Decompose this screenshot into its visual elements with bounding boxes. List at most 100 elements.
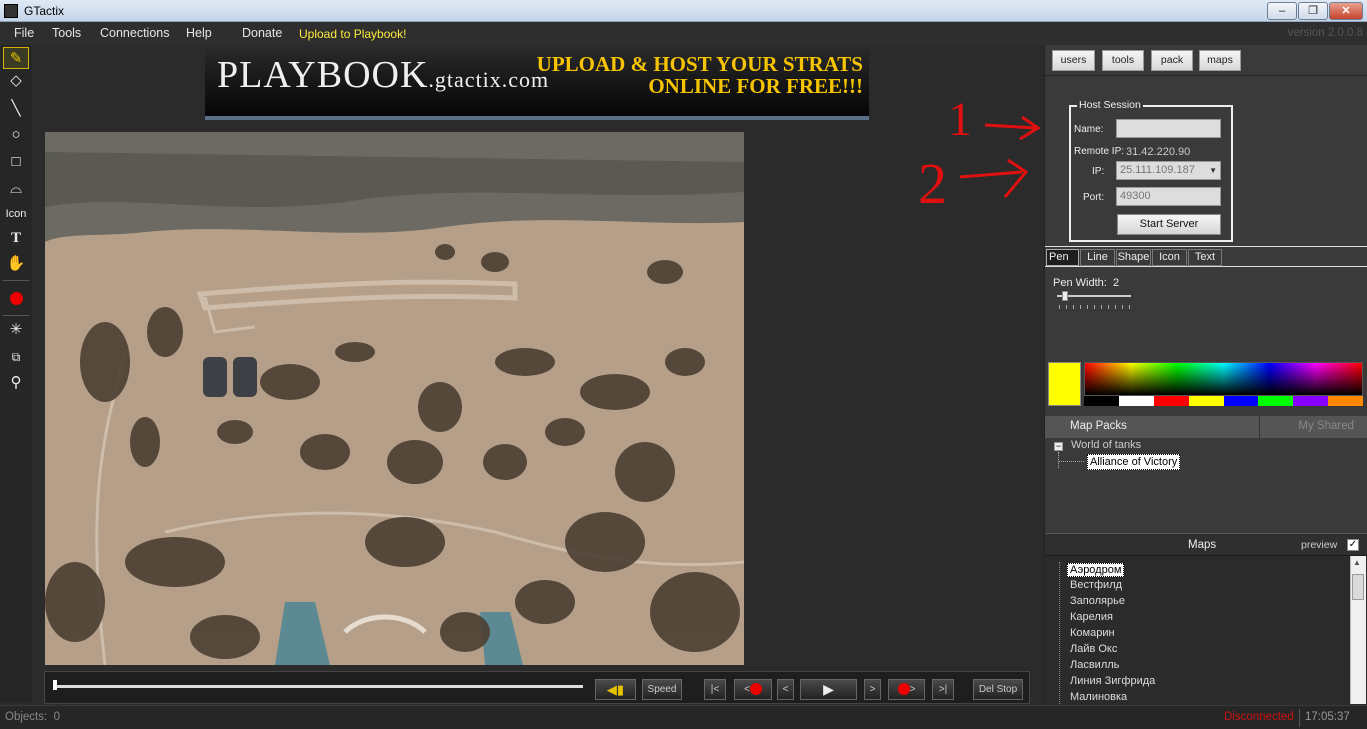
eraser-tool-icon[interactable]: ◇: [3, 70, 29, 92]
freeform-shape-tool-icon[interactable]: ⌓: [3, 178, 29, 200]
tab-pack[interactable]: pack: [1151, 50, 1193, 71]
line-tool-icon[interactable]: ╲: [3, 98, 29, 120]
scrollbar-thumb[interactable]: [1352, 574, 1364, 600]
pen-width-slider[interactable]: [1057, 295, 1131, 297]
circle-tool-icon[interactable]: ○: [3, 124, 29, 146]
tab-maps[interactable]: maps: [1199, 50, 1241, 71]
palette-color-swatch[interactable]: [1258, 396, 1294, 406]
aerial-map-image: [45, 132, 744, 665]
svg-text:2: 2: [918, 151, 947, 215]
scroll-up-icon[interactable]: ▲: [1353, 558, 1361, 567]
timeline-handle[interactable]: [53, 680, 57, 690]
color-spectrum-picker[interactable]: [1084, 362, 1363, 396]
maximize-button[interactable]: ❐: [1298, 2, 1328, 20]
map-list-item[interactable]: Линия Зигфрида: [1070, 675, 1155, 687]
chevron-down-icon: ▼: [1209, 166, 1217, 175]
menu-tools[interactable]: Tools: [52, 26, 81, 40]
palette-color-swatch[interactable]: [1153, 396, 1189, 406]
name-input[interactable]: [1116, 119, 1221, 138]
rewind-icon[interactable]: ◀▮: [595, 679, 636, 700]
ip-label: IP:: [1092, 166, 1105, 177]
menu-upload-playbook[interactable]: Upload to Playbook!: [299, 27, 406, 41]
record-forward-button[interactable]: >: [888, 679, 925, 700]
objects-count: Objects: 0: [5, 711, 60, 723]
status-bar: Objects: 0 Disconnected 17:05:37: [0, 705, 1367, 729]
banner-brand: PLAYBOOK.gtactix.com: [217, 54, 550, 96]
first-frame-button[interactable]: |<: [704, 679, 726, 700]
remote-ip-value: 31.42.220.90: [1126, 146, 1191, 158]
color-palette[interactable]: [1084, 396, 1363, 406]
map-list-item[interactable]: Лайв Окс: [1070, 643, 1117, 655]
menu-donate[interactable]: Donate: [242, 26, 282, 40]
map-list-item[interactable]: Заполярье: [1070, 595, 1125, 607]
collapse-icon[interactable]: −: [1054, 442, 1063, 451]
play-icon[interactable]: ▶: [800, 679, 857, 700]
tab-tools[interactable]: tools: [1102, 50, 1144, 71]
map-list-item[interactable]: Вестфилд: [1070, 579, 1122, 591]
del-stop-button[interactable]: Del Stop: [973, 679, 1023, 700]
menu-bar: File Tools Connections Help Donate Uploa…: [0, 22, 1367, 45]
record-icon[interactable]: [3, 287, 29, 309]
minimize-button[interactable]: –: [1267, 2, 1297, 20]
map-list-item[interactable]: Ласвилль: [1070, 659, 1119, 671]
hand-pan-tool-icon[interactable]: ✋: [3, 253, 29, 275]
ping-burst-tool-icon[interactable]: ✳: [3, 319, 29, 341]
preview-checkbox[interactable]: ✓: [1347, 539, 1359, 551]
palette-color-swatch[interactable]: [1084, 396, 1119, 406]
pencil-tool-icon[interactable]: ✎: [3, 47, 29, 69]
map-list-item[interactable]: Карелия: [1070, 611, 1113, 623]
my-shared-tab[interactable]: My Shared: [1298, 420, 1354, 432]
palette-color-swatch[interactable]: [1188, 396, 1224, 406]
right-panel: users tools pack maps Host Session Name:…: [1044, 45, 1367, 704]
close-button[interactable]: ✕: [1329, 2, 1363, 20]
playbook-banner[interactable]: PLAYBOOK.gtactix.com UPLOAD & HOST YOUR …: [205, 47, 869, 120]
palette-color-swatch[interactable]: [1293, 396, 1329, 406]
version-label: version 2.0.0.8: [1287, 27, 1363, 39]
last-frame-button[interactable]: >|: [932, 679, 954, 700]
zoom-tool-icon[interactable]: ⚲: [3, 372, 29, 394]
name-label: Name:: [1074, 124, 1104, 135]
menu-help[interactable]: Help: [186, 26, 212, 40]
tab-shape[interactable]: Shape: [1116, 249, 1151, 266]
palette-color-swatch[interactable]: [1328, 396, 1363, 406]
tab-pen[interactable]: Pen: [1046, 249, 1079, 266]
maps-title: Maps: [1188, 539, 1217, 551]
pen-width-slider-handle[interactable]: [1062, 291, 1068, 301]
map-list-item[interactable]: Комарин: [1070, 627, 1115, 639]
record-back-button[interactable]: <: [734, 679, 772, 700]
menu-file[interactable]: File: [14, 26, 34, 40]
playback-bar: ◀▮ Speed |< < < ▶ > > >| Del Stop: [44, 671, 1030, 704]
clock-time: 17:05:37: [1305, 711, 1350, 723]
host-session-legend: Host Session: [1077, 99, 1143, 111]
map-list-item[interactable]: Аэродром: [1067, 563, 1125, 577]
map-packs-tab[interactable]: Map Packs: [1070, 420, 1127, 432]
link-nodes-tool-icon[interactable]: ⧉: [3, 346, 29, 368]
map-canvas[interactable]: [45, 132, 744, 665]
port-input[interactable]: 49300: [1116, 187, 1221, 206]
palette-color-swatch[interactable]: [1223, 396, 1259, 406]
red-annotation-arrows: 1 2: [918, 93, 1041, 215]
tab-line[interactable]: Line: [1080, 249, 1115, 266]
ip-select[interactable]: 25.111.109.187 ▼: [1116, 161, 1221, 180]
step-back-button[interactable]: <: [777, 679, 794, 700]
tree-item-world-of-tanks[interactable]: World of tanks: [1071, 439, 1141, 451]
start-server-button[interactable]: Start Server: [1117, 214, 1221, 235]
palette-color-swatch[interactable]: [1118, 396, 1154, 406]
tab-users[interactable]: users: [1052, 50, 1095, 71]
speed-button[interactable]: Speed: [642, 679, 682, 700]
tab-icon[interactable]: Icon: [1152, 249, 1187, 266]
icon-tool[interactable]: Icon: [3, 203, 29, 225]
text-tool-icon[interactable]: T: [3, 227, 29, 249]
step-forward-button[interactable]: >: [864, 679, 881, 700]
title-bar: GTactix – ❐ ✕: [0, 0, 1367, 22]
pen-width-value: 2: [1112, 277, 1120, 289]
tree-item-alliance-of-victory[interactable]: Alliance of Victory: [1087, 454, 1181, 470]
timeline-track[interactable]: [55, 685, 583, 688]
tab-text[interactable]: Text: [1188, 249, 1222, 266]
menu-connections[interactable]: Connections: [100, 26, 170, 40]
tree-connector: [1058, 452, 1059, 468]
current-color-swatch[interactable]: [1048, 362, 1081, 406]
map-list-item[interactable]: Малиновка: [1070, 691, 1127, 703]
rectangle-tool-icon[interactable]: □: [3, 151, 29, 173]
divider: [1259, 416, 1260, 438]
